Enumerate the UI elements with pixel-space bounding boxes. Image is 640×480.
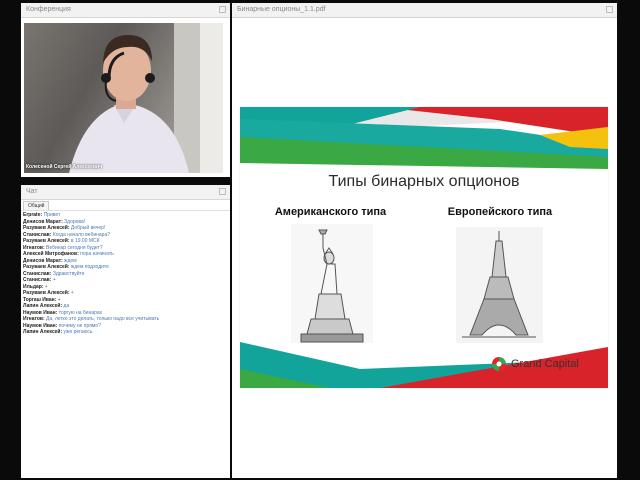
chat-message-text: +	[44, 283, 48, 290]
chat-message-text: Здравствуйте	[52, 270, 85, 277]
chat-message-author: Ильдар:	[23, 283, 44, 290]
chat-message-text: Здорова!	[64, 218, 86, 225]
webcam-video: Колесеной Сергей Алексеевич	[24, 23, 223, 173]
chat-message-text: ждем подходите	[70, 264, 109, 270]
chat-message-text: +	[52, 277, 56, 283]
tab-general[interactable]: Общий	[23, 201, 50, 210]
conference-title: Конференция	[21, 3, 230, 18]
chat-message-author: Игнатов:	[23, 316, 45, 322]
chat-title: Чат	[21, 185, 230, 200]
chat-message-text: уже регаюсь	[63, 329, 93, 335]
chat-message-text: почему не прямо?	[58, 322, 101, 329]
chat-message-text: Да, легко это делать, только надо все уч…	[46, 316, 160, 322]
chat-message: Лапин Алексей: уже регаюсь	[23, 329, 228, 336]
chat-message-author: Станислав:	[23, 277, 52, 283]
chat-message-author: Денисов Марат:	[23, 257, 63, 264]
chat-message-author: Торгаш Иван:	[23, 296, 57, 303]
presentation-title: Бинарные опционы_1.1.pdf	[232, 3, 617, 18]
chat-message-author: Разуваев Алексей:	[23, 238, 70, 244]
american-type-label: Американского типа	[274, 206, 387, 218]
chat-message-text: Привет	[43, 212, 61, 218]
statue-of-liberty-image	[291, 224, 373, 343]
grand-capital-logo: Grand Capital	[491, 356, 579, 372]
eiffel-tower-image	[456, 227, 543, 343]
chat-message-text: Когда начало вебинара?	[52, 231, 111, 238]
presentation-window-controls	[606, 6, 613, 13]
chat-message-author: Наумов Иван:	[23, 322, 58, 329]
slide: Типы бинарных опционов Американского тип…	[240, 107, 608, 388]
chat-message-author: Игнатов:	[23, 244, 45, 251]
presenter-figure	[69, 35, 189, 173]
chat-tabs: Общий	[21, 199, 230, 211]
european-type-label: Европейского типа	[447, 206, 553, 218]
chat-message-text: +	[57, 296, 61, 303]
chat-message-author: Алексей Митрофанов:	[23, 251, 79, 257]
minimize-icon[interactable]	[219, 6, 226, 13]
chat-window-controls	[219, 188, 226, 195]
presentation-panel: Бинарные опционы_1.1.pdf Типы бинарных о…	[232, 3, 617, 478]
chat-message-text: да	[63, 303, 70, 309]
chat-message-author: Разуваев Алексей:	[23, 290, 70, 296]
grand-capital-logo-icon	[492, 357, 506, 371]
chat-message-author: Денисов Марат:	[23, 218, 63, 225]
chat-message-text: Добрый вечер!	[70, 225, 106, 231]
chat-message-text: ждем	[64, 257, 77, 264]
chat-message-text: пора начинать	[80, 251, 114, 257]
chat-message-text: Вебинар сегодня будет?	[46, 244, 103, 251]
slide-heading: Типы бинарных опционов	[328, 173, 520, 190]
minimize-icon[interactable]	[219, 188, 226, 195]
chat-message-author: Разуваев Алексей:	[23, 264, 70, 270]
chat-message-author: Наумов Иван:	[23, 309, 58, 316]
chat-panel: Чат Общий Erprate: Привет Денисов Марат: …	[21, 185, 230, 478]
conference-window-controls	[219, 6, 226, 13]
chat-message-author: Erprate:	[23, 212, 43, 218]
minimize-icon[interactable]	[606, 6, 613, 13]
chat-message-author: Разуваев Алексей:	[23, 225, 70, 231]
chat-messages: Erprate: Привет Денисов Марат: Здорова! Ра…	[23, 212, 228, 336]
chat-message-text: в 19.00 МСК	[70, 238, 100, 244]
conference-panel: Конференция Колесеной Сергей Алексеевич	[21, 3, 230, 177]
chat-message-author: Станислав:	[23, 270, 52, 277]
chat-message-author: Лапин Алексей:	[23, 329, 63, 335]
chat-message-author: Лапин Алексей:	[23, 303, 63, 309]
chat-message-author: Станислав:	[23, 231, 52, 238]
chat-message-text: торгую на бинарах	[58, 309, 103, 316]
chat-message-text: +	[70, 290, 74, 296]
presenter-name: Колесеной Сергей Алексеевич	[26, 164, 103, 170]
grand-capital-logo-text: Grand Capital	[511, 358, 579, 370]
